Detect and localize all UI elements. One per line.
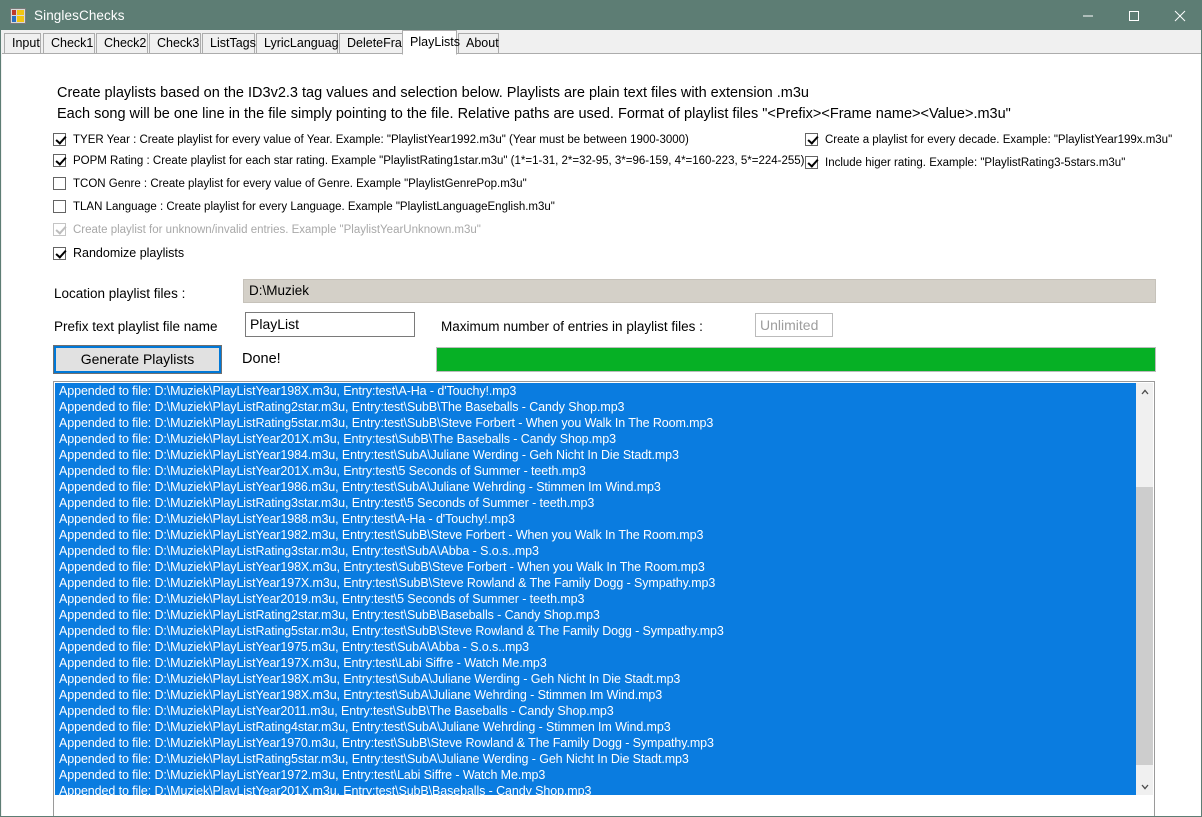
checkbox-row-tyer-year[interactable]: TYER Year : Create playlist for every va… (53, 133, 689, 146)
log-row[interactable]: Appended to file: D:\Muziek\PlayListRati… (55, 719, 1137, 735)
minimize-button[interactable] (1065, 1, 1111, 30)
tab-strip: Input Check1 Check2 Check3 ListTags Lyri… (2, 30, 1201, 55)
log-row[interactable]: Appended to file: D:\Muziek\PlayListRati… (55, 399, 1137, 415)
prefix-label: Prefix text playlist file name (54, 319, 218, 334)
intro-line-2: Each song will be one line in the file s… (57, 106, 1011, 122)
log-row[interactable]: Appended to file: D:\Muziek\PlayListYear… (55, 735, 1137, 751)
checkbox-unknown-entries (53, 223, 66, 236)
log-row[interactable]: Appended to file: D:\Muziek\PlayListYear… (55, 559, 1137, 575)
max-entries-input[interactable]: Unlimited (755, 313, 833, 337)
log-item-list: Appended to file: D:\Muziek\PlayListYear… (55, 383, 1137, 795)
checkbox-label-tlan-language: TLAN Language : Create playlist for ever… (73, 200, 555, 213)
progress-bar (436, 347, 1156, 372)
generate-playlists-button[interactable]: Generate Playlists (53, 345, 222, 374)
log-row[interactable]: Appended to file: D:\Muziek\PlayListYear… (55, 687, 1137, 703)
intro-line-1: Create playlists based on the ID3v2.3 ta… (57, 85, 809, 101)
log-row[interactable]: Appended to file: D:\Muziek\PlayListRati… (55, 415, 1137, 431)
log-row[interactable]: Appended to file: D:\Muziek\PlayListYear… (55, 591, 1137, 607)
log-row[interactable]: Appended to file: D:\Muziek\PlayListYear… (55, 575, 1137, 591)
log-row[interactable]: Appended to file: D:\Muziek\PlayListYear… (55, 783, 1137, 795)
close-button[interactable] (1157, 1, 1201, 30)
scrollbar-thumb[interactable] (1136, 487, 1153, 765)
log-row[interactable]: Appended to file: D:\Muziek\PlayListYear… (55, 671, 1137, 687)
log-row[interactable]: Appended to file: D:\Muziek\PlayListRati… (55, 751, 1137, 767)
location-path-field[interactable]: D:\Muziek (243, 279, 1156, 303)
checkbox-row-popm-rating[interactable]: POPM Rating : Create playlist for each s… (53, 154, 804, 167)
tab-playlists[interactable]: PlayLists (402, 30, 460, 55)
status-text: Done! (242, 351, 281, 367)
checkbox-label-randomize-playlists: Randomize playlists (73, 246, 185, 260)
checkbox-label-tcon-genre: TCON Genre : Create playlist for every v… (73, 177, 527, 190)
tab-lyriclanguage[interactable]: LyricLanguage (256, 33, 346, 54)
checkbox-row-decade-playlist[interactable]: Create a playlist for every decade. Exam… (805, 133, 1172, 146)
log-row[interactable]: Appended to file: D:\Muziek\PlayListYear… (55, 767, 1137, 783)
checkbox-row-include-higher-rating[interactable]: Include higer rating. Example: "Playlist… (805, 156, 1125, 169)
maximize-button[interactable] (1111, 1, 1157, 30)
app-icon (10, 7, 26, 24)
checkbox-row-tlan-language[interactable]: TLAN Language : Create playlist for ever… (53, 200, 555, 213)
log-row[interactable]: Appended to file: D:\Muziek\PlayListRati… (55, 495, 1137, 511)
log-row[interactable]: Appended to file: D:\Muziek\PlayListYear… (55, 479, 1137, 495)
location-label: Location playlist files : (54, 286, 186, 301)
tab-input[interactable]: Input (4, 33, 41, 54)
prefix-input[interactable]: PlayList (245, 312, 415, 337)
checkbox-label-tyer-year: TYER Year : Create playlist for every va… (73, 133, 689, 146)
tab-listtags[interactable]: ListTags (202, 33, 256, 54)
log-row[interactable]: Appended to file: D:\Muziek\PlayListYear… (55, 511, 1137, 527)
tab-check1[interactable]: Check1 (43, 33, 95, 54)
log-row[interactable]: Appended to file: D:\Muziek\PlayListYear… (55, 463, 1137, 479)
log-scrollbar[interactable] (1135, 383, 1153, 795)
tab-check2[interactable]: Check2 (96, 33, 148, 54)
checkbox-tyer-year[interactable] (53, 133, 66, 146)
log-row[interactable]: Appended to file: D:\Muziek\PlayListYear… (55, 527, 1137, 543)
log-row[interactable]: Appended to file: D:\Muziek\PlayListYear… (55, 431, 1137, 447)
log-listbox[interactable]: Appended to file: D:\Muziek\PlayListYear… (53, 381, 1155, 816)
log-row[interactable]: Appended to file: D:\Muziek\PlayListRati… (55, 623, 1137, 639)
tab-check3[interactable]: Check3 (149, 33, 201, 54)
checkbox-tcon-genre[interactable] (53, 177, 66, 190)
tab-about[interactable]: About (458, 33, 499, 54)
checkbox-row-randomize-playlists[interactable]: Randomize playlists (53, 246, 184, 260)
checkbox-row-tcon-genre[interactable]: TCON Genre : Create playlist for every v… (53, 177, 527, 190)
checkbox-include-higher-rating[interactable] (805, 156, 818, 169)
scroll-up-button[interactable] (1136, 383, 1153, 400)
checkbox-tlan-language[interactable] (53, 200, 66, 213)
application-window: SinglesChecks Input Check1 Check2 Check3… (0, 0, 1202, 817)
checkbox-popm-rating[interactable] (53, 154, 66, 167)
log-row[interactable]: Appended to file: D:\Muziek\PlayListRati… (55, 543, 1137, 559)
log-row[interactable]: Appended to file: D:\Muziek\PlayListYear… (55, 639, 1137, 655)
title-bar: SinglesChecks (1, 1, 1201, 30)
max-entries-label: Maximum number of entries in playlist fi… (441, 319, 703, 334)
log-row[interactable]: Appended to file: D:\Muziek\PlayListYear… (55, 383, 1137, 399)
log-row[interactable]: Appended to file: D:\Muziek\PlayListYear… (55, 655, 1137, 671)
checkbox-row-unknown-entries: Create playlist for unknown/invalid entr… (53, 223, 481, 236)
playlists-tab-page: Create playlists based on the ID3v2.3 ta… (2, 54, 1201, 816)
checkbox-decade-playlist[interactable] (805, 133, 818, 146)
window-title: SinglesChecks (34, 8, 125, 23)
progress-bar-fill (437, 348, 1155, 371)
checkbox-label-unknown-entries: Create playlist for unknown/invalid entr… (73, 223, 481, 236)
checkbox-label-decade-playlist: Create a playlist for every decade. Exam… (825, 133, 1173, 146)
checkbox-label-include-higher-rating: Include higer rating. Example: "Playlist… (825, 156, 1126, 169)
log-row[interactable]: Appended to file: D:\Muziek\PlayListRati… (55, 607, 1137, 623)
checkbox-randomize-playlists[interactable] (53, 246, 66, 260)
window-controls (1065, 1, 1201, 30)
log-row[interactable]: Appended to file: D:\Muziek\PlayListYear… (55, 447, 1137, 463)
scroll-down-button[interactable] (1136, 778, 1153, 795)
checkbox-label-popm-rating: POPM Rating : Create playlist for each s… (73, 154, 805, 167)
log-row[interactable]: Appended to file: D:\Muziek\PlayListYear… (55, 703, 1137, 719)
